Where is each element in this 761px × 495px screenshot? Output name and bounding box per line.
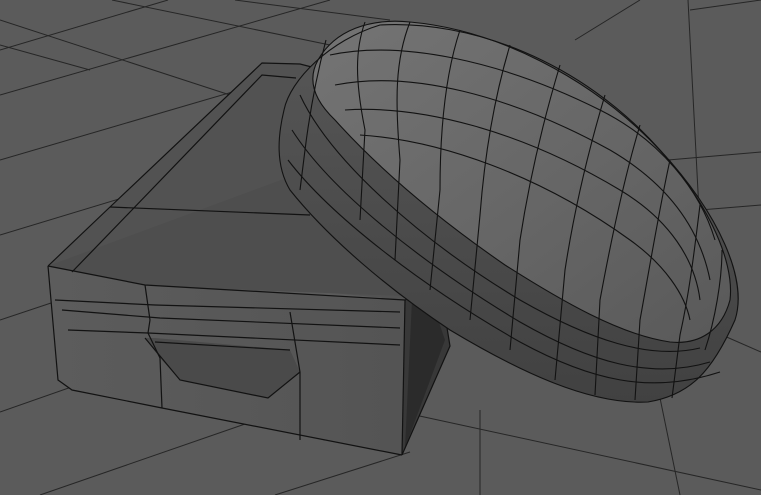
viewport-scene[interactable] [0,0,761,495]
3d-viewport[interactable] [0,0,761,495]
